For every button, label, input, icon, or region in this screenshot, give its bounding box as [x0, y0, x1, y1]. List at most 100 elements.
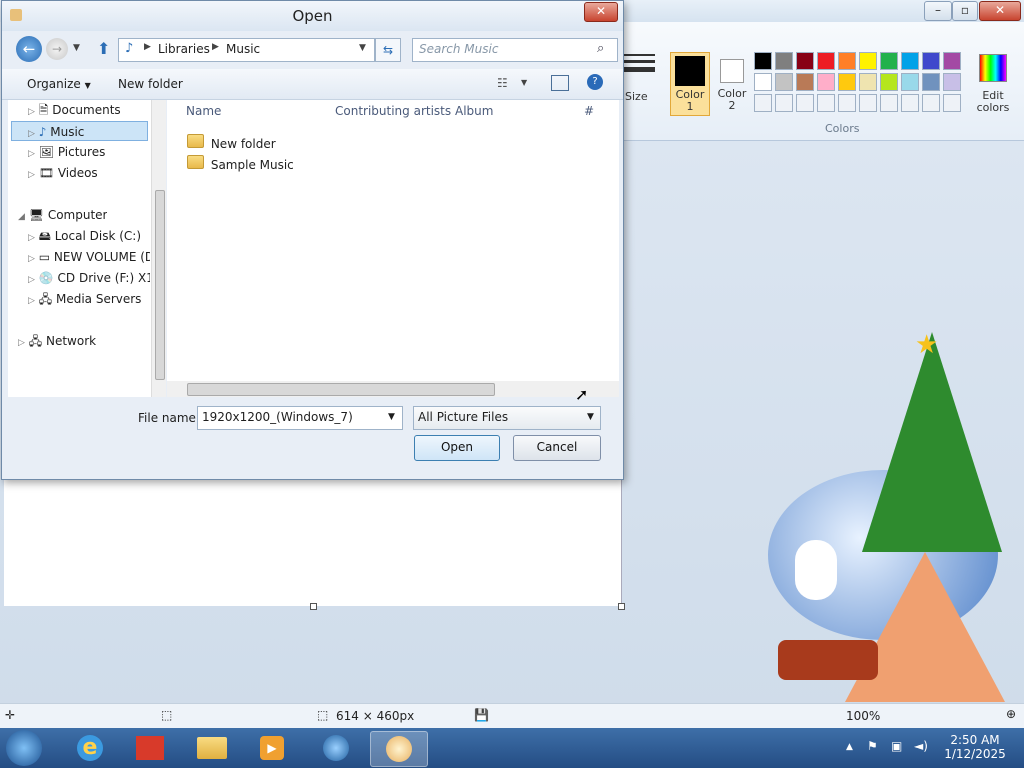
refresh-icon[interactable]: ⇆	[375, 38, 401, 62]
color-swatch[interactable]	[901, 52, 919, 70]
column-header-number[interactable]: #	[584, 104, 594, 118]
chevron-down-icon[interactable]: ▼	[388, 407, 395, 428]
action-center-icon[interactable]: ⚑	[867, 739, 878, 753]
nav-scrollbar[interactable]	[151, 100, 166, 397]
open-button[interactable]: Open	[414, 435, 500, 461]
nav-item-cd-drive[interactable]: ▷ 💿 CD Drive (F:) X16	[28, 268, 150, 288]
color-swatch[interactable]	[943, 52, 961, 70]
color-swatch[interactable]	[796, 73, 814, 91]
paint-canvas[interactable]	[4, 476, 622, 606]
horizontal-scrollbar-thumb[interactable]	[187, 383, 495, 396]
color-swatch[interactable]	[880, 94, 898, 112]
media-center-icon[interactable]	[308, 731, 364, 765]
canvas-resize-handle-corner[interactable]	[618, 603, 625, 610]
list-item[interactable]: Sample Music	[187, 155, 294, 172]
cancel-button[interactable]: Cancel	[513, 435, 601, 461]
color-swatch[interactable]	[775, 52, 793, 70]
nav-item-music[interactable]: ▷ ♪ Music	[11, 121, 148, 141]
nav-item-pictures[interactable]: ▷ 🖼 Pictures	[28, 142, 105, 162]
chevron-right-icon[interactable]: ▶	[212, 42, 219, 52]
list-item[interactable]: New folder	[187, 134, 276, 151]
color-swatch[interactable]	[922, 73, 940, 91]
maximize-button[interactable]: ▫	[952, 1, 978, 21]
preview-pane-icon[interactable]	[551, 75, 569, 91]
color-swatch[interactable]	[817, 94, 835, 112]
up-icon[interactable]: ⬆	[97, 39, 110, 58]
color-swatch[interactable]	[922, 52, 940, 70]
nav-item-new-volume[interactable]: ▷ ▭ NEW VOLUME (D	[28, 247, 150, 267]
breadcrumb-music[interactable]: Music	[226, 42, 260, 56]
paint-icon[interactable]	[370, 731, 428, 767]
system-clock[interactable]: 2:50 AM 1/12/2025	[940, 733, 1010, 761]
color-swatch[interactable]	[901, 73, 919, 91]
color-swatch[interactable]	[859, 73, 877, 91]
color-swatch[interactable]	[859, 94, 877, 112]
color2-button[interactable]: Color 2	[712, 52, 752, 116]
close-button[interactable]: ✕	[979, 1, 1021, 21]
color-swatch[interactable]	[880, 73, 898, 91]
show-hidden-icons-icon[interactable]: ▲	[846, 742, 853, 752]
edit-colors-icon[interactable]	[979, 54, 1007, 82]
breadcrumb-libraries[interactable]: Libraries	[158, 42, 210, 56]
organize-button[interactable]: Organize ▼	[27, 77, 91, 91]
recent-locations-icon[interactable]: ▼	[73, 43, 80, 53]
nav-item-computer[interactable]: ◢ 🖥 Computer	[18, 205, 107, 225]
minimize-button[interactable]: –	[924, 1, 952, 21]
network-status-icon[interactable]: ▣	[891, 739, 902, 753]
chevron-down-icon[interactable]: ▼	[521, 78, 527, 87]
search-input[interactable]: Search Music ⌕	[412, 38, 618, 62]
color-swatch[interactable]	[922, 94, 940, 112]
file-type-select[interactable]: All Picture Files ▼	[413, 406, 601, 430]
color-swatch[interactable]	[943, 73, 961, 91]
nav-item-media-servers[interactable]: ▷ 🖧 Media Servers	[28, 289, 141, 309]
horizontal-scrollbar[interactable]	[167, 381, 619, 397]
file-name-field[interactable]: 1920x1200_(Windows_7) ▼	[197, 406, 403, 430]
column-header-contributing-artists[interactable]: Contributing artists	[335, 104, 451, 118]
color-swatch[interactable]	[859, 52, 877, 70]
color-swatch[interactable]	[796, 94, 814, 112]
nav-item-network[interactable]: ▷ 🖧 Network	[18, 331, 96, 351]
color-swatch[interactable]	[901, 94, 919, 112]
color-swatch[interactable]	[880, 52, 898, 70]
chevron-down-icon[interactable]: ▼	[359, 43, 366, 53]
size-label[interactable]: Size	[625, 90, 648, 103]
color-swatch[interactable]	[838, 94, 856, 112]
new-folder-button[interactable]: New folder	[118, 77, 183, 91]
column-header-name[interactable]: Name	[186, 104, 221, 118]
address-bar[interactable]: ♪ ▶ Libraries ▶ Music ▼	[118, 38, 375, 62]
app-icon[interactable]	[122, 731, 178, 765]
color-swatch[interactable]	[817, 73, 835, 91]
dialog-close-button[interactable]: ✕	[584, 2, 618, 22]
color-swatch[interactable]	[754, 73, 772, 91]
color1-button[interactable]: Color 1	[670, 52, 710, 116]
nav-scrollbar-thumb[interactable]	[155, 190, 165, 380]
color-swatch[interactable]	[754, 94, 772, 112]
color-swatch[interactable]	[838, 52, 856, 70]
explorer-icon[interactable]	[184, 731, 240, 765]
forward-icon[interactable]: →	[46, 38, 68, 60]
start-icon[interactable]	[6, 730, 42, 766]
canvas-resize-handle-bottom[interactable]	[310, 603, 317, 610]
ie-icon[interactable]: e	[62, 731, 118, 765]
media-player-icon[interactable]: ▶	[244, 731, 300, 765]
color-swatch[interactable]	[796, 52, 814, 70]
edit-colors-button[interactable]: Edit colors	[973, 90, 1013, 114]
view-icon[interactable]: ☷	[497, 76, 508, 90]
nav-item-local-disk[interactable]: ▷ 🖴 Local Disk (C:)	[28, 226, 141, 246]
color-swatch[interactable]	[817, 52, 835, 70]
search-icon[interactable]: ⌕	[597, 41, 604, 56]
color-swatch[interactable]	[754, 52, 772, 70]
chevron-right-icon[interactable]: ▶	[144, 42, 151, 52]
zoom-in-icon[interactable]: ⊕	[1006, 707, 1016, 721]
color-swatch[interactable]	[838, 73, 856, 91]
color-swatch[interactable]	[775, 94, 793, 112]
back-icon[interactable]: ←	[16, 36, 42, 62]
chevron-down-icon[interactable]: ▼	[587, 407, 594, 428]
color-swatch[interactable]	[943, 94, 961, 112]
color-swatch[interactable]	[775, 73, 793, 91]
nav-item-documents[interactable]: ▷ 🗎 Documents	[28, 100, 121, 120]
nav-item-videos[interactable]: ▷ 🎞 Videos	[28, 163, 98, 183]
help-icon[interactable]: ?	[587, 74, 603, 90]
volume-icon[interactable]: ◄)	[914, 739, 928, 753]
column-header-album[interactable]: Album	[455, 104, 493, 118]
